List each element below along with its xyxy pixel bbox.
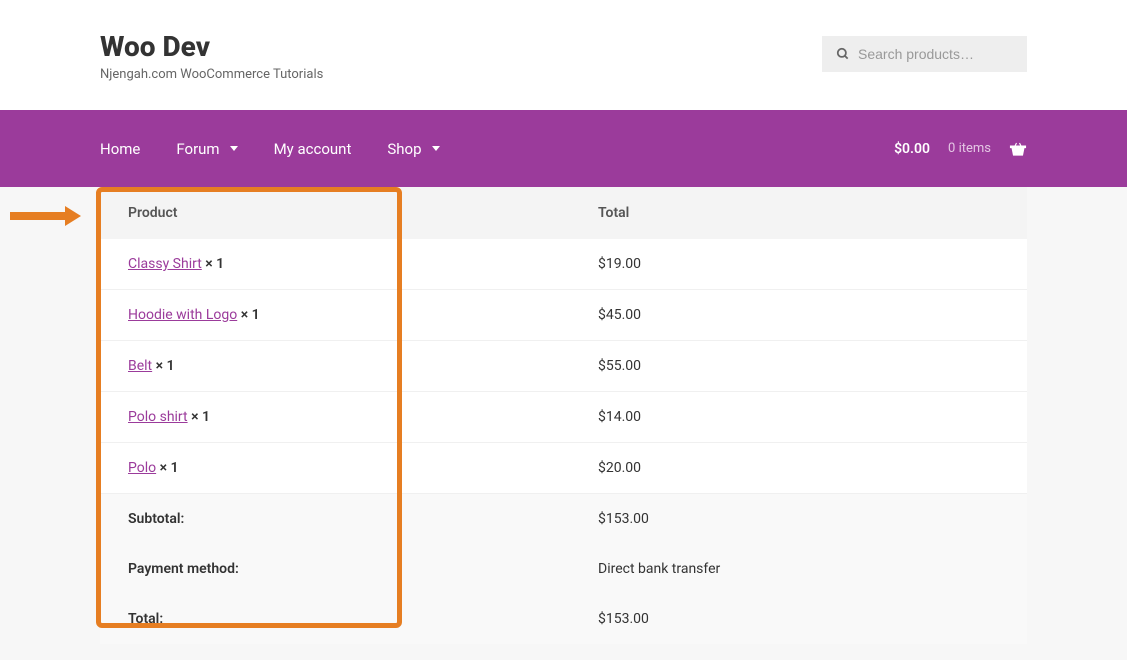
product-price: $55.00 (598, 358, 999, 374)
nav-item-home[interactable]: Home (100, 140, 140, 158)
header-product: Product (128, 205, 598, 221)
nav-label: Forum (176, 140, 219, 158)
table-row: Hoodie with Logo × 1 $45.00 (100, 290, 1027, 341)
site-title[interactable]: Woo Dev (100, 30, 323, 63)
nav-menu: Home Forum My account Shop (100, 140, 440, 158)
summary-value: $153.00 (598, 511, 999, 527)
chevron-down-icon (230, 146, 238, 151)
nav-label: My account (274, 140, 352, 158)
table-row: Belt × 1 $55.00 (100, 341, 1027, 392)
product-qty: × 1 (202, 256, 224, 272)
header-total: Total (598, 205, 999, 221)
arrow-head-icon (65, 206, 81, 226)
nav-item-shop[interactable]: Shop (387, 140, 439, 158)
cart-price: $0.00 (894, 141, 930, 157)
product-link[interactable]: Hoodie with Logo (128, 307, 237, 323)
nav-label: Shop (387, 140, 421, 158)
search-icon (836, 47, 850, 61)
header: Woo Dev Njengah.com WooCommerce Tutorial… (0, 0, 1127, 110)
nav-label: Home (100, 140, 140, 158)
product-price: $19.00 (598, 256, 999, 272)
product-link[interactable]: Polo shirt (128, 409, 188, 425)
branding-block: Woo Dev Njengah.com WooCommerce Tutorial… (100, 30, 323, 82)
product-link[interactable]: Polo (128, 460, 156, 476)
product-price: $20.00 (598, 460, 999, 476)
search-input[interactable] (858, 46, 1013, 62)
product-qty: × 1 (156, 460, 178, 476)
summary-label: Payment method: (128, 561, 598, 577)
product-price: $14.00 (598, 409, 999, 425)
search-box[interactable] (822, 36, 1027, 72)
product-qty: × 1 (188, 409, 210, 425)
summary-label: Total: (128, 611, 598, 627)
arrow-shaft (10, 212, 65, 220)
product-qty: × 1 (237, 307, 259, 323)
table-header: Product Total (100, 187, 1027, 239)
primary-nav: Home Forum My account Shop $0.00 0 items (0, 110, 1127, 187)
summary-label: Subtotal: (128, 511, 598, 527)
order-details-table: Product Total Classy Shirt × 1 $19.00 Ho… (100, 187, 1027, 644)
summary-row-subtotal: Subtotal: $153.00 (100, 494, 1027, 544)
product-link[interactable]: Classy Shirt (128, 256, 202, 272)
basket-icon (1009, 141, 1027, 157)
site-tagline: Njengah.com WooCommerce Tutorials (100, 67, 323, 82)
product-link[interactable]: Belt (128, 358, 152, 374)
chevron-down-icon (432, 146, 440, 151)
cart-summary[interactable]: $0.00 0 items (894, 141, 1027, 157)
arrow-annotation (10, 206, 81, 226)
nav-item-my-account[interactable]: My account (274, 140, 352, 158)
cart-count: 0 items (948, 141, 991, 156)
summary-row-payment: Payment method: Direct bank transfer (100, 544, 1027, 594)
product-price: $45.00 (598, 307, 999, 323)
table-row: Polo shirt × 1 $14.00 (100, 392, 1027, 443)
product-qty: × 1 (152, 358, 174, 374)
table-row: Polo × 1 $20.00 (100, 443, 1027, 494)
summary-value: Direct bank transfer (598, 561, 999, 577)
nav-item-forum[interactable]: Forum (176, 140, 237, 158)
content-area: Product Total Classy Shirt × 1 $19.00 Ho… (0, 187, 1127, 644)
summary-value: $153.00 (598, 611, 999, 627)
summary-row-total: Total: $153.00 (100, 594, 1027, 644)
table-row: Classy Shirt × 1 $19.00 (100, 239, 1027, 290)
